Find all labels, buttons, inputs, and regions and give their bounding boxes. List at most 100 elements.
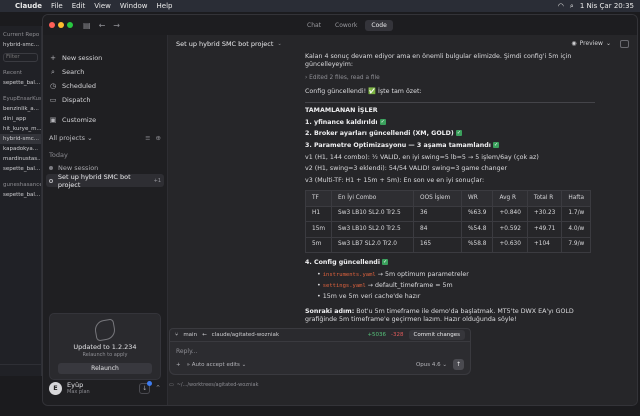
table-cell: %54.8 <box>461 221 494 238</box>
chevron-updown-icon[interactable]: ⌃ <box>155 384 161 392</box>
tab-cowork[interactable]: Cowork <box>329 20 363 31</box>
new-folder-icon[interactable]: ⊕ <box>156 134 161 142</box>
reply-composer[interactable]: Reply... + » Auto accept edits ⌄ Opus 4.… <box>169 342 471 375</box>
download-icon[interactable]: ↓ <box>139 380 153 394</box>
tab-chat[interactable]: Chat <box>301 20 327 31</box>
check-icon: ✓ <box>382 259 389 266</box>
sidebar-item-label: New session <box>62 54 103 62</box>
table-cell: %58.8 <box>461 236 494 254</box>
sidebar-toggle-icon[interactable]: ▤ <box>83 21 91 30</box>
bg-current-repo-label: Current Repo <box>3 32 40 38</box>
chevron-down-icon: ⌄ <box>442 361 447 368</box>
reply-input[interactable]: Reply... <box>176 348 197 355</box>
menu-clock[interactable]: 1 Nis Çar 20:35 <box>580 2 634 10</box>
git-status-bar: ⑂ main ← claude/agitated-wozniak +5036 -… <box>169 328 471 342</box>
forward-arrow-icon[interactable]: → <box>113 21 120 30</box>
done-item: 3. Parametre Optimizasyonu — 3 aşama tam… <box>305 142 595 150</box>
table-header: Avg R <box>492 190 528 207</box>
bg-current-repo[interactable]: hybrid-smc... <box>0 40 41 50</box>
commit-changes-button[interactable]: Commit changes <box>408 330 465 340</box>
dispatch-icon: ▭ <box>49 96 57 104</box>
bg-repo-item[interactable]: benzinlik_a... <box>0 104 41 114</box>
minimize-window-button[interactable] <box>58 22 64 28</box>
sidebar-item-scheduled[interactable]: ◷ Scheduled <box>43 79 167 93</box>
session-title[interactable]: Set up hybrid SMC bot project <box>176 40 273 48</box>
panel-toggle-icon[interactable] <box>620 39 629 48</box>
deletions-count: -328 <box>391 332 404 338</box>
title-bar: ▤ ← → Chat Cowork Code <box>43 15 637 35</box>
menu-edit[interactable]: Edit <box>72 2 86 10</box>
sidebar-item-customize[interactable]: ▣ Customize <box>43 113 167 127</box>
branch-name[interactable]: claude/agitated-wozniak <box>212 332 279 338</box>
update-card: Updated to 1.2.234 Relaunch to apply Rel… <box>49 313 161 380</box>
edited-files-toggle[interactable]: › Edited 2 files, read a file <box>305 75 595 83</box>
sidebar-item-search[interactable]: ⌕ Search <box>43 65 167 79</box>
menu-file[interactable]: File <box>51 2 63 10</box>
menu-help[interactable]: Help <box>157 2 173 10</box>
sidebar-item-new-session[interactable]: + New session <box>43 51 167 65</box>
preview-button[interactable]: ◉ Preview ⌄ <box>571 39 629 48</box>
table-row: H1 Sw3 LB10 SL2.0 Tr2.5 36 %63.9 +0.840 … <box>304 205 592 223</box>
table-cell: +30.23 <box>526 205 563 223</box>
table-header: TF <box>304 190 333 207</box>
tab-code[interactable]: Code <box>365 20 393 31</box>
today-header: Today <box>49 151 68 159</box>
bg-repo-item-selected[interactable]: hybrid-smc... <box>0 134 41 144</box>
table-row: 5m Sw3 LB7 SL2.0 Tr2.0 165 %58.8 +0.630 … <box>304 236 592 254</box>
bg-recent-header: Recent <box>3 70 23 76</box>
relaunch-button[interactable]: Relaunch <box>58 363 152 374</box>
menu-window[interactable]: Window <box>120 2 148 10</box>
update-title: Updated to 1.2.234 <box>73 343 137 351</box>
bg-user-header: EyupEnsarKus <box>3 96 42 102</box>
user-profile[interactable]: E Eyüp Max plan ↓ ⌃ <box>49 379 161 397</box>
config-header: 4. Config güncellendi ✓ <box>305 259 595 267</box>
search-menu-icon[interactable]: ⌕ <box>570 2 574 11</box>
plus-icon[interactable]: + <box>176 362 181 368</box>
update-subtitle: Relaunch to apply <box>82 352 128 358</box>
bg-repo-item[interactable]: sepette_bal... <box>0 190 41 200</box>
branch-base[interactable]: main <box>183 332 197 338</box>
table-header: En İyi Combo <box>331 190 415 207</box>
bg-repo-item[interactable]: hit_kurye_m... <box>0 124 41 134</box>
sidebar: + New session ⌕ Search ◷ Scheduled ▭ Dis… <box>43 35 167 405</box>
projects-filter[interactable]: All projects ⌄ ≡ ⊕ <box>43 131 167 145</box>
bg-repo-item[interactable]: mardinustas... <box>0 154 41 164</box>
bg-repo-item[interactable]: kapadokya... <box>0 144 41 154</box>
chevron-down-icon[interactable]: ⌄ <box>277 41 281 47</box>
done-item-text: 3. Parametre Optimizasyonu — 3 aşama tam… <box>305 142 491 150</box>
worktree-path[interactable]: ▭ ~/.../worktrees/agitated-wozniak <box>169 382 258 388</box>
zoom-window-button[interactable] <box>67 22 73 28</box>
chevron-down-icon: ⌄ <box>241 361 247 368</box>
bg-repo-item[interactable]: sepette_bal... <box>0 78 41 88</box>
wifi-icon[interactable]: ◠ <box>558 2 564 10</box>
bg-repo-item[interactable]: dini_app <box>0 114 41 124</box>
table-cell: +104 <box>526 236 563 254</box>
table-header: OOS İşlem <box>413 190 463 207</box>
close-window-button[interactable] <box>49 22 55 28</box>
divider <box>305 102 595 104</box>
v3-line: v3 (Multi-TF: H1 + 15m + 5m): En son ve … <box>305 177 485 185</box>
table-cell: Sw3 LB10 SL2.0 Tr2.5 <box>331 205 415 223</box>
notification-badge <box>147 380 153 386</box>
sidebar-item-dispatch[interactable]: ▭ Dispatch <box>43 93 167 107</box>
auto-accept-toggle[interactable]: » Auto accept edits ⌄ <box>187 362 247 368</box>
session-item-active[interactable]: Set up hybrid SMC bot project +1 <box>46 173 164 189</box>
filter-icon[interactable]: ≡ <box>145 134 150 142</box>
session-label: New session <box>58 163 99 172</box>
list-item-text: → 5m optimum parametreler <box>377 271 469 279</box>
done-item: 2. Broker ayarları güncellendi (XM, GOLD… <box>305 130 595 138</box>
menu-view[interactable]: View <box>94 2 111 10</box>
list-item: • instruments.yaml → 5m optimum parametr… <box>317 271 469 279</box>
folder-icon: ▭ <box>169 382 174 388</box>
avatar[interactable]: E <box>49 381 62 395</box>
bg-filter-input[interactable]: Filter <box>3 53 38 62</box>
plus-icon: + <box>50 54 56 62</box>
model-selector[interactable]: Opus 4.6 ⌄ <box>416 362 447 368</box>
table-cell: 165 <box>413 236 463 254</box>
table-cell: 36 <box>413 205 463 223</box>
back-arrow-icon[interactable]: ← <box>99 21 106 30</box>
table-cell: 7.9/w <box>561 236 592 254</box>
send-button[interactable]: ↑ <box>453 359 464 370</box>
bg-repo-item[interactable]: sepette_bal... <box>0 164 41 174</box>
menu-app-name[interactable]: Claude <box>15 2 42 10</box>
